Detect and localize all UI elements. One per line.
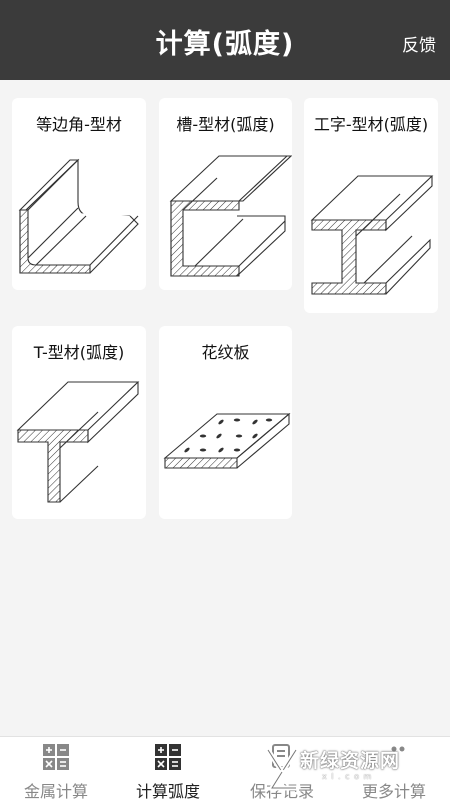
card-i-beam[interactable]: 工字-型材(弧度) — [304, 98, 438, 313]
channel-illustration — [169, 155, 292, 277]
tab-label: 更多计算 — [361, 782, 426, 800]
card-equal-angle[interactable]: 等边角-型材 — [12, 98, 146, 290]
tab-label: 金属计算 — [23, 782, 88, 800]
equal-angle-illustration — [18, 158, 139, 274]
tab-arc-calc[interactable]: 计算弧度 — [112, 737, 224, 800]
feedback-button[interactable]: 反馈 — [402, 31, 436, 56]
t-bar-illustration — [16, 381, 140, 503]
card-channel[interactable]: 槽-型材(弧度) — [159, 98, 292, 290]
calculator-icon — [43, 744, 69, 770]
checker-plate-illustration — [163, 412, 291, 469]
tab-label: 计算弧度 — [135, 782, 200, 800]
record-icon — [272, 744, 290, 768]
app-header: 计算(弧度) 反馈 — [0, 0, 450, 80]
tab-label: 保存记录 — [249, 782, 314, 800]
tab-saved-records[interactable]: 保存记录 — [226, 737, 338, 800]
tab-metal-calc[interactable]: 金属计算 — [0, 737, 112, 800]
tab-more-calc[interactable]: 更多计算 — [338, 737, 450, 800]
calculator-icon — [155, 744, 181, 770]
more-icon — [391, 746, 405, 752]
card-t-bar[interactable]: T-型材(弧度) — [12, 326, 146, 519]
i-beam-illustration — [310, 175, 434, 295]
page-title: 计算(弧度) — [155, 29, 295, 60]
bottom-tab-bar: 金属计算 计算弧度 保存记录 更多计算 — [0, 736, 450, 800]
card-checker-plate[interactable]: 花纹板 — [159, 326, 292, 519]
